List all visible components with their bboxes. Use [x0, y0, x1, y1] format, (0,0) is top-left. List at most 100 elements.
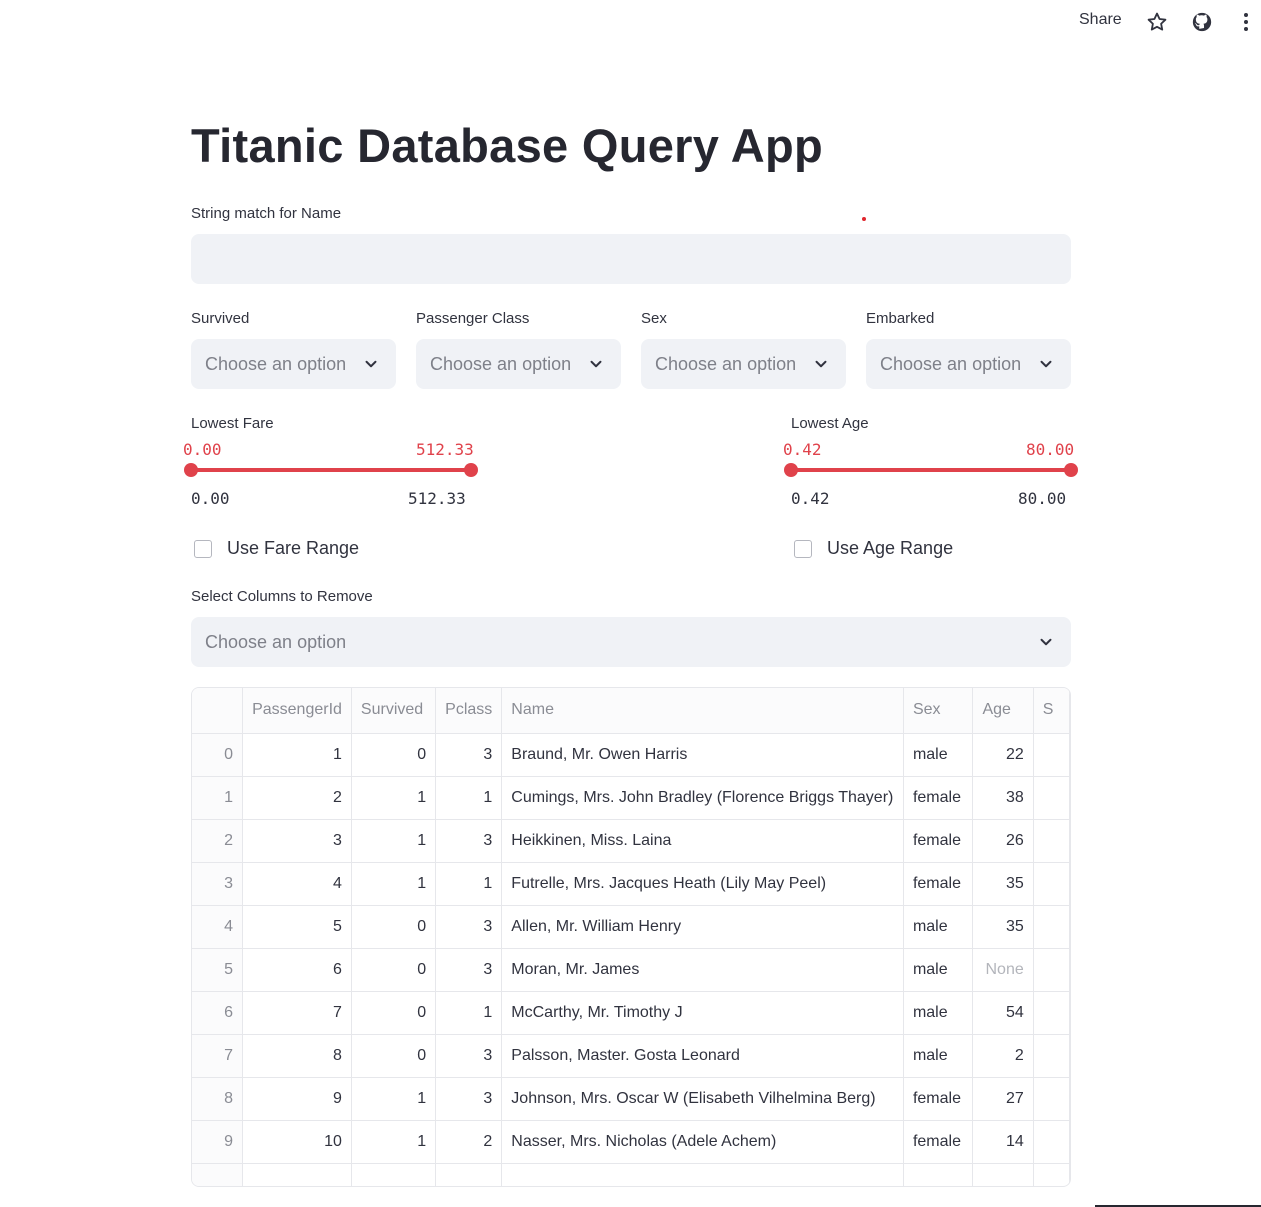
cell-passengerid[interactable]: 6	[242, 948, 352, 992]
survived-select[interactable]: Choose an option	[191, 339, 396, 389]
cell-age[interactable]: 35	[972, 862, 1034, 906]
checkbox-box[interactable]	[794, 539, 812, 558]
cell-name[interactable]: Allen, Mr. William Henry	[501, 905, 904, 949]
sex-select[interactable]: Choose an option	[641, 339, 846, 389]
cell-survived[interactable]: 1	[351, 1120, 437, 1164]
cell-survived[interactable]: 0	[351, 905, 437, 949]
cell-pclass[interactable]: 3	[435, 948, 503, 992]
cell-survived[interactable]: 0	[351, 948, 437, 992]
cell-index[interactable]: 7	[192, 1034, 244, 1078]
cell-passengerid[interactable]: 9	[242, 1077, 352, 1121]
star-icon[interactable]	[1145, 10, 1169, 34]
cell-passengerid[interactable]: 4	[242, 862, 352, 906]
cell-index[interactable]: 8	[192, 1077, 244, 1121]
cell-sex[interactable]: male	[903, 1034, 974, 1078]
cell-age[interactable]: 26	[972, 819, 1034, 863]
cell-truncated[interactable]	[1033, 905, 1070, 949]
cell-pclass[interactable]: 3	[435, 1034, 503, 1078]
cell-index[interactable]: 4	[192, 905, 244, 949]
github-icon[interactable]	[1190, 10, 1214, 34]
cell-sex[interactable]: female	[903, 862, 974, 906]
cell-name[interactable]: Nasser, Mrs. Nicholas (Adele Achem)	[501, 1120, 904, 1164]
cell-truncated[interactable]	[1033, 1120, 1070, 1164]
cell-age[interactable]: 35	[972, 905, 1034, 949]
cell-index[interactable]: 6	[192, 991, 244, 1035]
cell-name[interactable]: Heikkinen, Miss. Laina	[501, 819, 904, 863]
name-search-input[interactable]	[191, 234, 1071, 284]
cell-age[interactable]: None	[972, 948, 1034, 992]
age-slider-track[interactable]	[791, 468, 1071, 472]
embarked-select[interactable]: Choose an option	[866, 339, 1071, 389]
cell-pclass[interactable]: 2	[435, 1120, 503, 1164]
checkbox-box[interactable]	[194, 539, 212, 558]
column-header-age[interactable]: Age	[972, 688, 1034, 734]
cell-pclass[interactable]: 1	[435, 862, 503, 906]
column-header-passengerid[interactable]: PassengerId	[242, 688, 352, 734]
cell-sex[interactable]: male	[903, 905, 974, 949]
dataframe[interactable]: PassengerId Survived Pclass Name Sex Age…	[191, 687, 1071, 1187]
cell-index[interactable]: 3	[192, 862, 244, 906]
cell-sex[interactable]: female	[903, 819, 974, 863]
cell-passengerid[interactable]: 3	[242, 819, 352, 863]
column-header-pclass[interactable]: Pclass	[435, 688, 503, 734]
cell-index[interactable]: 1	[192, 776, 244, 820]
cell-age[interactable]: 14	[972, 1120, 1034, 1164]
age-low-handle[interactable]	[784, 463, 798, 477]
cell-truncated[interactable]	[1033, 1034, 1070, 1078]
cell-survived[interactable]: 0	[351, 1034, 437, 1078]
cell-age[interactable]: 38	[972, 776, 1034, 820]
cell-truncated[interactable]	[1033, 948, 1070, 992]
cell-truncated[interactable]	[1033, 1077, 1070, 1121]
cell-survived[interactable]: 0	[351, 991, 437, 1035]
more-vertical-icon[interactable]	[1234, 10, 1258, 34]
cell-truncated[interactable]	[1033, 776, 1070, 820]
cell-name[interactable]: Braund, Mr. Owen Harris	[501, 733, 904, 777]
column-header-name[interactable]: Name	[501, 688, 904, 734]
cell-name[interactable]: Cumings, Mrs. John Bradley (Florence Bri…	[501, 776, 904, 820]
cell-pclass[interactable]: 1	[435, 991, 503, 1035]
cell-truncated[interactable]	[1033, 991, 1070, 1035]
cell-passengerid[interactable]: 10	[242, 1120, 352, 1164]
cell-passengerid[interactable]: 8	[242, 1034, 352, 1078]
cell-truncated[interactable]	[1033, 733, 1070, 777]
remove-columns-select[interactable]: Choose an option	[191, 617, 1071, 667]
cell-passengerid[interactable]: 5	[242, 905, 352, 949]
cell-index[interactable]: 5	[192, 948, 244, 992]
share-button[interactable]: Share	[1079, 11, 1122, 29]
cell-pclass[interactable]: 3	[435, 1077, 503, 1121]
cell-name[interactable]: Futrelle, Mrs. Jacques Heath (Lily May P…	[501, 862, 904, 906]
cell-name[interactable]: Johnson, Mrs. Oscar W (Elisabeth Vilhelm…	[501, 1077, 904, 1121]
cell-truncated[interactable]	[1033, 862, 1070, 906]
use-fare-range-checkbox[interactable]: Use Fare Range	[194, 538, 359, 559]
fare-slider-track[interactable]	[191, 468, 471, 472]
cell-survived[interactable]: 1	[351, 862, 437, 906]
column-header-truncated[interactable]: S	[1033, 688, 1070, 734]
age-high-handle[interactable]	[1064, 463, 1078, 477]
cell-name[interactable]: Palsson, Master. Gosta Leonard	[501, 1034, 904, 1078]
cell-passengerid[interactable]: 1	[242, 733, 352, 777]
cell-sex[interactable]: female	[903, 1120, 974, 1164]
cell-passengerid[interactable]: 7	[242, 991, 352, 1035]
cell-name[interactable]: Moran, Mr. James	[501, 948, 904, 992]
cell-name[interactable]: McCarthy, Mr. Timothy J	[501, 991, 904, 1035]
cell-age[interactable]: 54	[972, 991, 1034, 1035]
cell-survived[interactable]: 1	[351, 776, 437, 820]
cell-index[interactable]: 0	[192, 733, 244, 777]
cell-index[interactable]: 9	[192, 1120, 244, 1164]
cell-age[interactable]: 22	[972, 733, 1034, 777]
cell-survived[interactable]: 0	[351, 733, 437, 777]
cell-truncated[interactable]	[1033, 819, 1070, 863]
cell-pclass[interactable]: 3	[435, 905, 503, 949]
cell-sex[interactable]: female	[903, 776, 974, 820]
cell-age[interactable]: 2	[972, 1034, 1034, 1078]
cell-pclass[interactable]: 1	[435, 776, 503, 820]
fare-high-handle[interactable]	[464, 463, 478, 477]
fare-low-handle[interactable]	[184, 463, 198, 477]
cell-index[interactable]: 2	[192, 819, 244, 863]
cell-sex[interactable]: male	[903, 991, 974, 1035]
use-age-range-checkbox[interactable]: Use Age Range	[794, 538, 953, 559]
column-header-sex[interactable]: Sex	[903, 688, 974, 734]
cell-sex[interactable]: male	[903, 733, 974, 777]
cell-age[interactable]: 27	[972, 1077, 1034, 1121]
cell-pclass[interactable]: 3	[435, 819, 503, 863]
